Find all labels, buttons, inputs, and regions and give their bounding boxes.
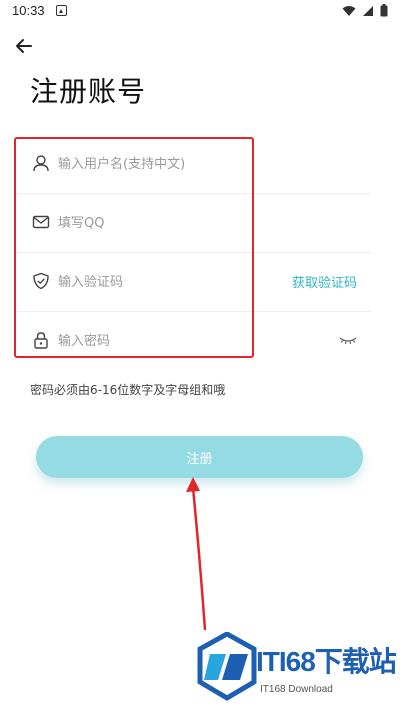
watermark-logo: ITI68下载站 IT168 Download [196, 632, 397, 704]
register-form: 获取验证码 [16, 135, 371, 370]
arrow-left-icon [16, 39, 32, 53]
page-title: 注册账号 [30, 75, 147, 108]
password-hint: 密码必须由6-16位数字及字母组和哦 [30, 383, 226, 397]
status-icons [342, 4, 388, 17]
wifi-icon [342, 5, 356, 16]
status-bar: 10:33 [0, 0, 400, 24]
register-button[interactable]: 注册 [36, 436, 363, 478]
password-row [16, 312, 371, 370]
password-input[interactable] [58, 330, 278, 352]
username-row [16, 135, 371, 194]
qq-input[interactable] [58, 212, 278, 234]
code-input[interactable] [58, 271, 278, 293]
get-code-button[interactable]: 获取验证码 [292, 272, 357, 291]
lock-icon [34, 332, 48, 349]
user-icon [33, 155, 49, 172]
watermark-subtext: IT168 Download [260, 684, 333, 695]
status-time: 10:33 [12, 3, 45, 18]
watermark-emblem-icon [197, 632, 257, 701]
battery-icon [380, 4, 388, 17]
watermark-text: ITI68下载站 [256, 646, 397, 677]
username-input[interactable] [58, 153, 278, 175]
eye-closed-icon[interactable] [339, 336, 357, 346]
notification-icon [56, 5, 67, 16]
back-button[interactable] [14, 36, 38, 56]
mail-icon [32, 215, 50, 229]
qq-row [16, 194, 371, 253]
signal-icon [363, 5, 373, 16]
shield-icon [33, 272, 49, 290]
code-row: 获取验证码 [16, 253, 371, 312]
